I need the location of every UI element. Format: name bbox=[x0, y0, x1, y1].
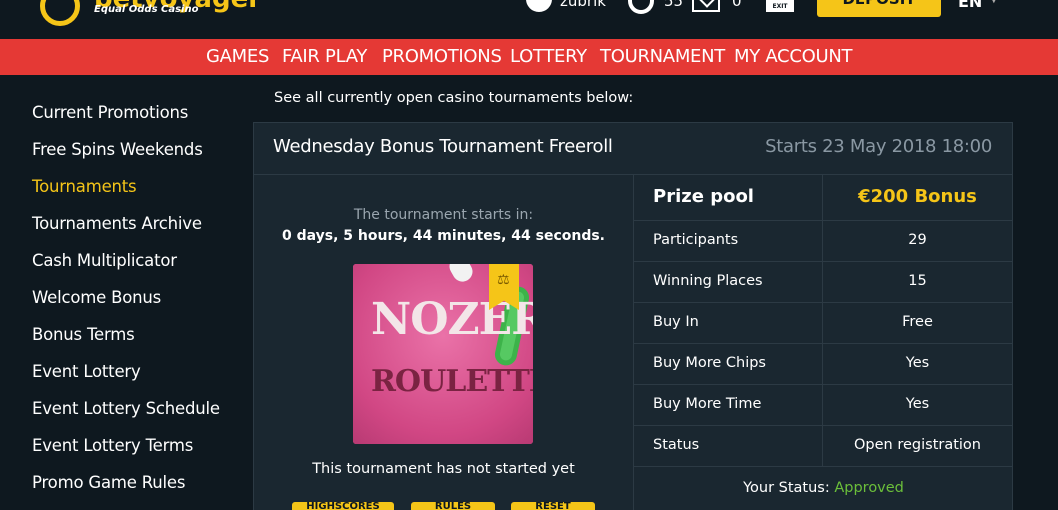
tournament-panel: Wednesday Bonus Tournament Freeroll Star… bbox=[253, 122, 1013, 510]
sidebar-item-event-lottery-schedule[interactable]: Event Lottery Schedule bbox=[32, 399, 220, 418]
prize-pool-row: Prize pool €200 Bonus bbox=[634, 175, 1013, 221]
language-selector[interactable]: EN bbox=[958, 0, 982, 11]
game-title-line2: ROULETTE bbox=[371, 364, 533, 399]
sidebar-item-free-spins-weekends[interactable]: Free Spins Weekends bbox=[32, 140, 203, 159]
detail-label: Buy In bbox=[653, 314, 699, 330]
logo-tagline: Equal Odds Casino bbox=[94, 4, 199, 15]
sidebar-item-tournaments[interactable]: Tournaments bbox=[32, 177, 137, 196]
username[interactable]: zubrik bbox=[560, 0, 606, 10]
detail-value: Free bbox=[902, 314, 933, 330]
detail-label: Participants bbox=[653, 232, 739, 248]
game-thumbnail[interactable]: NOZERO ROULETTE ⚖ bbox=[353, 264, 533, 444]
detail-value: Open registration bbox=[854, 437, 981, 453]
countdown-label: The tournament starts in: bbox=[353, 207, 534, 223]
detail-label: Buy More Time bbox=[653, 396, 762, 412]
table-row: Winning Places 15 bbox=[634, 262, 1013, 303]
nav-games[interactable]: GAMES bbox=[206, 46, 269, 67]
sidebar-item-promo-game-rules[interactable]: Promo Game Rules bbox=[32, 473, 185, 492]
reset-button[interactable]: RESET bbox=[511, 502, 595, 510]
mail-icon[interactable] bbox=[692, 0, 720, 12]
sidebar-item-cash-multiplicator[interactable]: Cash Multiplicator bbox=[32, 251, 177, 270]
detail-label: Winning Places bbox=[653, 273, 763, 289]
detail-value: 15 bbox=[908, 273, 927, 289]
sidebar-item-event-lottery[interactable]: Event Lottery bbox=[32, 362, 141, 381]
coins-count: 55 bbox=[664, 0, 684, 10]
exit-icon[interactable]: EXIT bbox=[766, 0, 794, 12]
nav-my-account[interactable]: MY ACCOUNT bbox=[734, 46, 852, 67]
messages-count: 0 bbox=[732, 0, 742, 10]
table-row: Buy More Time Yes bbox=[634, 385, 1013, 426]
detail-label: Status bbox=[653, 437, 700, 453]
scales-icon: ⚖ bbox=[497, 272, 510, 288]
highscores-button[interactable]: HIGHSCORES bbox=[292, 502, 394, 510]
main-nav: GAMES FAIR PLAY PROMOTIONS LOTTERY TOURN… bbox=[0, 39, 1058, 75]
top-header: betvoyager Equal Odds Casino zubrik 55 0… bbox=[0, 0, 1058, 39]
nav-fair-play[interactable]: FAIR PLAY bbox=[282, 46, 367, 67]
your-status: Your Status: Approved bbox=[634, 480, 1013, 496]
your-status-label: Your Status: bbox=[743, 480, 830, 496]
logo[interactable]: betvoyager Equal Odds Casino bbox=[40, 0, 270, 26]
intro-text: See all currently open casino tournament… bbox=[274, 90, 634, 106]
countdown-timer: 0 days, 5 hours, 44 minutes, 44 seconds. bbox=[281, 228, 606, 244]
tournament-title: Wednesday Bonus Tournament Freeroll bbox=[273, 136, 613, 157]
sidebar-item-event-lottery-terms[interactable]: Event Lottery Terms bbox=[32, 436, 193, 455]
table-row: Buy More Chips Yes bbox=[634, 344, 1013, 385]
sidebar-item-tournaments-archive[interactable]: Tournaments Archive bbox=[32, 214, 202, 233]
deposit-button[interactable]: DEPOSIT bbox=[817, 0, 941, 17]
nav-tournament[interactable]: TOURNAMENT bbox=[600, 46, 725, 67]
rules-button[interactable]: RULES bbox=[411, 502, 495, 510]
sidebar-item-current-promotions[interactable]: Current Promotions bbox=[32, 103, 188, 122]
table-row: Participants 29 bbox=[634, 221, 1013, 262]
detail-value: Yes bbox=[905, 355, 930, 371]
nav-lottery[interactable]: LOTTERY bbox=[510, 46, 587, 67]
chevron-down-icon[interactable]: ▼ bbox=[990, 0, 998, 5]
tournament-start-date: Starts 23 May 2018 18:00 bbox=[765, 136, 992, 157]
table-row: Status Open registration bbox=[634, 426, 1013, 467]
table-row: Buy In Free bbox=[634, 303, 1013, 344]
your-status-value: Approved bbox=[834, 480, 904, 496]
nav-promotions[interactable]: PROMOTIONS bbox=[382, 46, 502, 67]
prize-pool-value: €200 Bonus bbox=[858, 186, 977, 207]
user-icon[interactable] bbox=[526, 0, 552, 12]
tournament-header: Wednesday Bonus Tournament Freeroll Star… bbox=[254, 123, 1012, 175]
detail-value: Yes bbox=[905, 396, 930, 412]
tournament-details-table: Prize pool €200 Bonus Participants 29 Wi… bbox=[633, 175, 1013, 510]
sidebar-item-bonus-terms[interactable]: Bonus Terms bbox=[32, 325, 135, 344]
tournament-game-column: The tournament starts in: 0 days, 5 hour… bbox=[254, 175, 633, 510]
coins-icon[interactable] bbox=[628, 0, 654, 14]
detail-value: 29 bbox=[908, 232, 927, 248]
detail-label: Buy More Chips bbox=[653, 355, 766, 371]
tournament-state-text: This tournament has not started yet bbox=[312, 461, 575, 477]
sidebar-item-welcome-bonus[interactable]: Welcome Bonus bbox=[32, 288, 161, 307]
logo-mark-icon bbox=[40, 0, 80, 26]
prize-pool-label: Prize pool bbox=[653, 186, 754, 207]
